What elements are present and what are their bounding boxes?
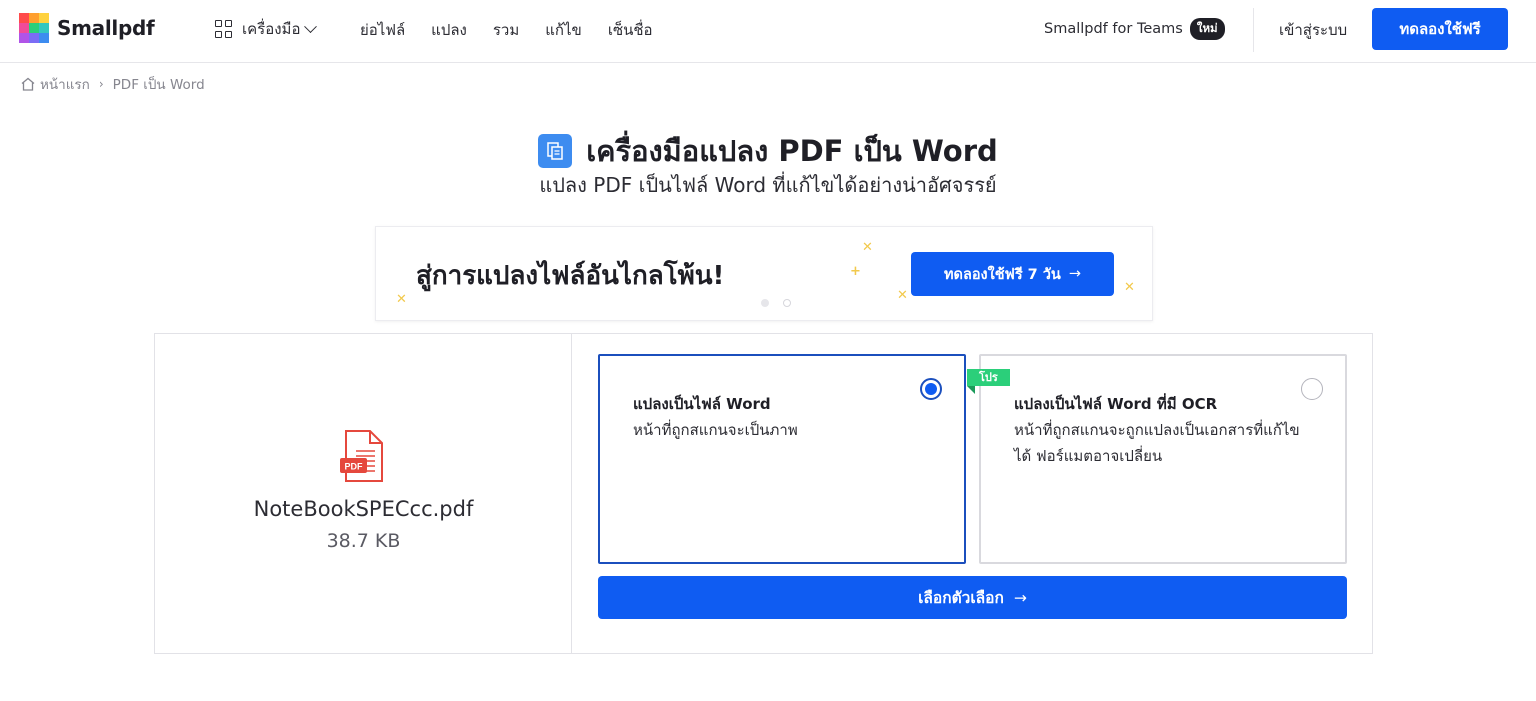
pdf-to-word-icon <box>538 134 573 168</box>
promo-trial-label: ทดลองใช้ฟรี 7 วัน <box>943 266 1061 283</box>
title-row: เครื่องมือแปลง PDF เป็น Word <box>0 128 1536 174</box>
promo-trial-button[interactable]: ทดลองใช้ฟรี 7 วัน → <box>911 252 1114 296</box>
free-trial-button[interactable]: ทดลองใช้ฟรี <box>1372 8 1508 50</box>
radio-button-selected[interactable] <box>920 378 942 400</box>
option-title: แปลงเป็นไฟล์ Word ที่มี OCR <box>1014 395 1218 413</box>
arrow-right-icon: → <box>1013 588 1027 607</box>
tools-menu-button[interactable]: เครื่องมือ <box>215 18 318 40</box>
arrow-right-icon: → <box>1068 266 1082 282</box>
sparkle-icon: ✕ <box>396 292 407 307</box>
choose-option-label: เลือกตัวเลือก <box>918 589 1004 607</box>
smallpdf-logo[interactable]: Smallpdf <box>19 13 155 43</box>
breadcrumb: หน้าแรก › PDF เป็น Word <box>20 73 205 95</box>
chevron-down-icon <box>304 19 318 33</box>
option-description: หน้าที่ถูกสแกนจะเป็นภาพ <box>633 421 798 439</box>
carousel-dot[interactable] <box>761 299 769 307</box>
nav-compress[interactable]: ย่อไฟล์ <box>360 18 405 42</box>
pdf-label: PDF <box>345 462 364 472</box>
breadcrumb-separator-icon: › <box>98 77 104 91</box>
tools-label: เครื่องมือ <box>242 20 301 38</box>
pro-badge-fold <box>967 386 975 394</box>
sparkle-icon: ✕ <box>897 288 908 303</box>
sparkle-icon: ✕ <box>1124 280 1135 295</box>
page-title: เครื่องมือแปลง PDF เป็น Word <box>586 134 998 168</box>
logo-mark-icon <box>19 13 49 43</box>
carousel-dot[interactable] <box>783 299 791 307</box>
file-name: NoteBookSPECcc.pdf <box>253 497 474 521</box>
new-badge: ใหม่ <box>1189 18 1225 40</box>
option-title: แปลงเป็นไฟล์ Word <box>633 395 771 413</box>
nav-convert[interactable]: แปลง <box>431 18 467 42</box>
logo-text: Smallpdf <box>57 16 155 40</box>
nav-sign[interactable]: เซ็นชื่อ <box>608 18 653 42</box>
grid-icon <box>215 20 233 38</box>
breadcrumb-current: PDF เป็น Word <box>112 77 205 93</box>
choose-option-button[interactable]: เลือกตัวเลือก → <box>598 576 1347 619</box>
sparkle-icon: + <box>850 264 861 279</box>
promo-text: สู่การแปลงไฟล์อันไกลโพ้น! <box>416 261 725 291</box>
login-link[interactable]: เข้าสู่ระบบ <box>1279 18 1347 42</box>
file-preview: PDF NoteBookSPECcc.pdf 38.7 KB <box>155 334 572 653</box>
radio-button[interactable] <box>1301 378 1323 400</box>
nav-edit[interactable]: แก้ไข <box>545 18 582 42</box>
page-subtitle: แปลง PDF เป็นไฟล์ Word ที่แก้ไขได้อย่างน… <box>539 173 997 197</box>
breadcrumb-home[interactable]: หน้าแรก <box>40 73 90 95</box>
top-header: Smallpdf เครื่องมือ ย่อไฟล์ แปลง รวม แก้… <box>0 0 1536 63</box>
file-size: 38.7 KB <box>326 530 401 552</box>
nav-merge[interactable]: รวม <box>493 18 519 42</box>
header-divider <box>1253 8 1254 52</box>
option-description: หน้าที่ถูกสแกนจะถูกแปลงเป็นเอกสารที่แก้ไ… <box>1014 421 1300 465</box>
promo-banner: ✕ ✕ + ✕ ✕ สู่การแปลงไฟล์อันไกลโพ้น! ทดลอ… <box>375 226 1153 321</box>
teams-label: Smallpdf for Teams <box>1044 21 1183 37</box>
sparkle-icon: ✕ <box>862 240 873 255</box>
convert-panel: PDF NoteBookSPECcc.pdf 38.7 KB แปลงเป็นไ… <box>154 333 1373 654</box>
pdf-file-icon: PDF <box>340 430 383 482</box>
option-word-ocr[interactable]: แปลงเป็นไฟล์ Word ที่มี OCR หน้าที่ถูกสแ… <box>979 354 1347 564</box>
pro-badge: โปร <box>967 369 1010 386</box>
main-nav: ย่อไฟล์ แปลง รวม แก้ไข เซ็นชื่อ <box>360 18 679 42</box>
option-word[interactable]: แปลงเป็นไฟล์ Word หน้าที่ถูกสแกนจะเป็นภา… <box>598 354 966 564</box>
carousel-dots <box>761 299 805 307</box>
home-icon <box>21 77 35 91</box>
teams-link[interactable]: Smallpdf for Teams ใหม่ <box>1044 18 1225 40</box>
